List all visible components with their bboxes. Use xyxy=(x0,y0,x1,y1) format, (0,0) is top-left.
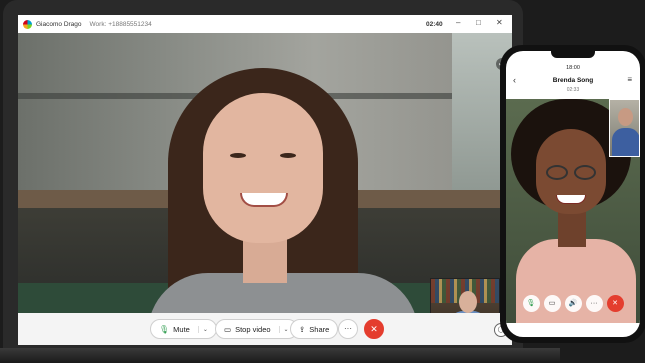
self-view-face xyxy=(459,291,477,313)
end-call-button[interactable]: ✕ xyxy=(364,319,384,339)
minimize-button[interactable]: – xyxy=(456,18,460,28)
remote-person-eye xyxy=(230,153,246,158)
laptop-frame: Giacomo Drago Work: +18885551234 02:40 –… xyxy=(3,0,523,350)
stop-video-button[interactable]: ▭ Stop video ⌄ xyxy=(215,319,298,339)
phone-status-time: 18:00 xyxy=(566,65,580,71)
phone-call-duration: 02:33 xyxy=(566,87,580,93)
mute-button[interactable]: 🎙 Mute ⌄ xyxy=(150,319,217,339)
phone-self-view-face xyxy=(618,108,633,126)
more-options-button[interactable]: ··· xyxy=(338,319,358,339)
maximize-button[interactable]: □ xyxy=(476,18,481,28)
call-timer: 02:40 xyxy=(426,20,443,28)
phone-speaker-icon[interactable]: 🔊 xyxy=(564,295,582,312)
phone-call-controls: 🎙 ▭ 🔊 ··· ✕ xyxy=(506,295,640,312)
phone-contact-name: Brenda Song xyxy=(552,77,594,84)
phone-end-call-icon[interactable]: ✕ xyxy=(606,295,624,312)
self-view-video[interactable] xyxy=(430,278,500,313)
mute-label: Mute xyxy=(173,324,190,334)
stop-video-label: Stop video xyxy=(235,324,271,334)
close-button[interactable]: ✕ xyxy=(496,18,503,28)
call-controls-bar: 🎙 Mute ⌄ ▭ Stop video ⌄ ⇪ Share ··· ✕ ◯ xyxy=(18,313,512,345)
remote-person-face xyxy=(203,93,323,243)
laptop-base xyxy=(0,348,560,363)
title-bar: Giacomo Drago Work: +18885551234 02:40 –… xyxy=(18,15,512,33)
phone-person-glasses-left xyxy=(546,165,568,180)
phone-self-view-body xyxy=(612,128,639,156)
remote-person-smile xyxy=(240,193,288,207)
phone-notch xyxy=(551,51,595,58)
remote-person-eye xyxy=(280,153,296,158)
phone-frame: 18:00 ‹ ≡ Brenda Song 02:33 🎙 ▭ 🔊 ··· ✕ xyxy=(500,45,645,343)
share-label: Share xyxy=(309,324,330,334)
phone-person-smile xyxy=(556,195,586,204)
work-number: Work: +18885551234 xyxy=(89,20,152,28)
phone-self-view[interactable] xyxy=(609,99,640,157)
phone-screen: 18:00 ‹ ≡ Brenda Song 02:33 🎙 ▭ 🔊 ··· ✕ xyxy=(506,51,640,337)
microphone-icon: 🎙 xyxy=(159,324,170,334)
remote-video: ⤢ xyxy=(18,33,512,313)
video-camera-icon: ▭ xyxy=(224,324,232,334)
share-icon: ⇪ xyxy=(299,324,306,334)
call-window: Giacomo Drago Work: +18885551234 02:40 –… xyxy=(18,15,512,345)
app-logo-icon xyxy=(23,19,32,29)
chevron-down-icon[interactable]: ⌄ xyxy=(197,325,208,333)
phone-remote-video xyxy=(506,99,640,323)
phone-person-glasses-right xyxy=(574,165,596,180)
share-button[interactable]: ⇪ Share xyxy=(290,319,339,339)
phone-video-icon[interactable]: ▭ xyxy=(543,295,561,312)
caller-name: Giacomo Drago xyxy=(36,20,82,28)
chevron-down-icon[interactable]: ⌄ xyxy=(278,325,289,333)
phone-more-icon[interactable]: ··· xyxy=(585,295,603,312)
stage: Giacomo Drago Work: +18885551234 02:40 –… xyxy=(0,0,645,363)
phone-mic-icon[interactable]: 🎙 xyxy=(522,295,540,312)
